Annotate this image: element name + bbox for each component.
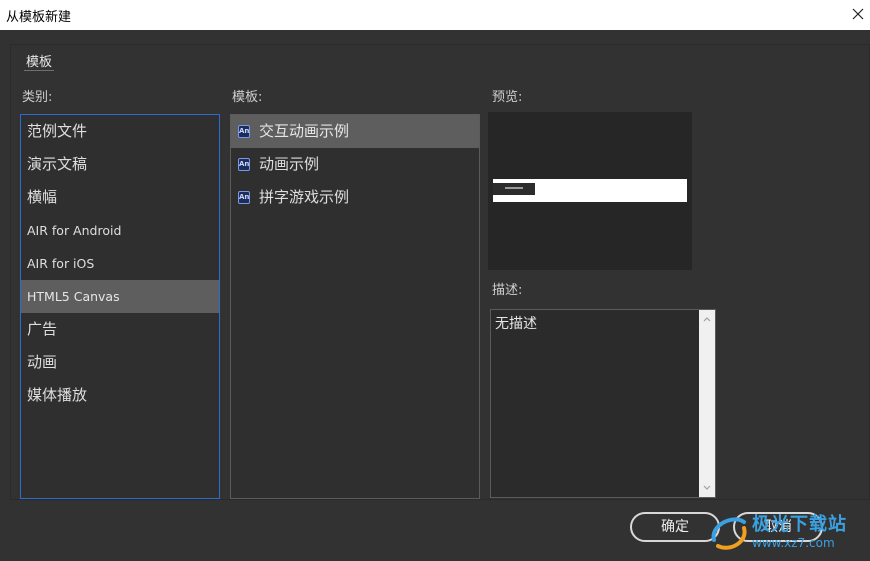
- category-item-selected[interactable]: HTML5 Canvas: [21, 280, 219, 313]
- category-item[interactable]: 横幅: [21, 181, 219, 214]
- preview-thumbnail-content: [493, 183, 535, 195]
- category-item[interactable]: AIR for iOS: [21, 247, 219, 280]
- tab-template[interactable]: 模板: [26, 51, 52, 70]
- template-item-label: 动画示例: [259, 155, 320, 173]
- category-list[interactable]: 范例文件 演示文稿 横幅 AIR for Android AIR for iOS…: [20, 114, 220, 499]
- template-item[interactable]: An 拼字游戏示例: [231, 181, 479, 214]
- tab-underline: [24, 70, 54, 71]
- animate-file-icon: An: [238, 191, 250, 204]
- title-bar: 从模板新建: [0, 0, 870, 30]
- preview-pane: [488, 112, 692, 270]
- category-item[interactable]: 动画: [21, 346, 219, 379]
- template-item-selected[interactable]: An 交互动画示例: [231, 115, 479, 148]
- template-item-label: 交互动画示例: [259, 122, 350, 140]
- category-item[interactable]: 媒体播放: [21, 379, 219, 412]
- scroll-up-icon[interactable]: [702, 314, 712, 324]
- template-label: 模板:: [232, 90, 263, 105]
- category-item[interactable]: AIR for Android: [21, 214, 219, 247]
- preview-label: 预览:: [492, 90, 523, 105]
- category-item[interactable]: 演示文稿: [21, 148, 219, 181]
- template-item[interactable]: An 动画示例: [231, 148, 479, 181]
- category-item[interactable]: 范例文件: [21, 115, 219, 148]
- animate-file-icon: An: [238, 158, 250, 171]
- scroll-down-icon[interactable]: [702, 483, 712, 493]
- category-label: 类别:: [22, 90, 53, 105]
- description-box[interactable]: 无描述: [490, 309, 716, 498]
- template-item-label: 拼字游戏示例: [259, 188, 350, 206]
- preview-thumbnail: [493, 179, 687, 202]
- description-scrollbar[interactable]: [699, 310, 715, 497]
- cancel-button[interactable]: 取消: [733, 512, 823, 542]
- animate-file-icon: An: [238, 125, 250, 138]
- close-icon[interactable]: [848, 3, 868, 25]
- description-text: 无描述: [495, 316, 537, 332]
- description-label: 描述:: [492, 283, 523, 298]
- category-item[interactable]: 广告: [21, 313, 219, 346]
- ok-button[interactable]: 确定: [630, 512, 720, 542]
- window-title: 从模板新建: [6, 10, 72, 25]
- template-list[interactable]: An 交互动画示例 An 动画示例 An 拼字游戏示例: [230, 114, 480, 499]
